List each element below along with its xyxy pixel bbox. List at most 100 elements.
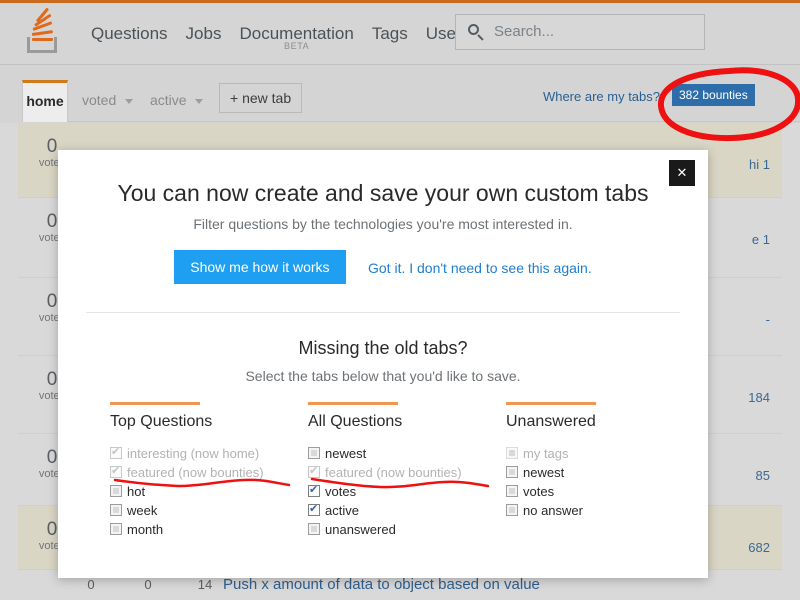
show-me-how-it-works-button[interactable]: Show me how it works	[174, 250, 346, 284]
new-tab-label: + new tab	[230, 90, 292, 106]
option-week[interactable]: week	[110, 502, 300, 519]
option-label: newest	[523, 465, 565, 481]
option-label: votes	[523, 484, 555, 500]
option-label: featured (now bounties)	[127, 465, 264, 481]
option-label: my tags	[523, 446, 569, 462]
dismiss-link[interactable]: Got it. I don't need to see this again.	[368, 260, 592, 276]
checkbox-icon[interactable]	[506, 485, 518, 497]
column-unanswered: Unanswered my tags newest votes no answe…	[506, 402, 696, 521]
option-label: votes	[325, 484, 357, 500]
search-placeholder: Search...	[494, 23, 555, 40]
option-month[interactable]: month	[110, 521, 300, 538]
option-unanswered[interactable]: unanswered	[308, 521, 498, 538]
option-hot[interactable]: hot	[110, 483, 300, 500]
option-votes[interactable]: votes	[308, 483, 498, 500]
option-label: unanswered	[325, 522, 396, 538]
nav-item-label: Jobs	[185, 24, 222, 43]
new-tab-button[interactable]: + new tab	[219, 83, 303, 113]
section-subtitle: Select the tabs below that you'd like to…	[245, 368, 521, 384]
nav-item-documentation[interactable]: Documentation BETA	[230, 3, 362, 65]
question-title-link[interactable]: Push x amount of data to object based on…	[223, 576, 540, 593]
option-label: active	[325, 503, 359, 519]
section-title: Missing the old tabs?	[298, 338, 468, 358]
option-votes[interactable]: votes	[506, 483, 696, 500]
tab-active-label: active	[150, 92, 187, 108]
modal-title: You can now create and save your own cus…	[117, 180, 649, 206]
search-icon	[468, 24, 485, 41]
column-heading: Unanswered	[506, 413, 596, 430]
tab-active[interactable]: active	[150, 80, 204, 120]
search-input[interactable]: Search...	[455, 14, 705, 50]
column-heading: All Questions	[308, 413, 403, 430]
nav-item-label: Questions	[91, 24, 168, 43]
checkbox-icon	[110, 464, 122, 478]
chevron-down-icon	[125, 98, 134, 104]
option-newest[interactable]: newest	[506, 464, 696, 481]
tab-voted-label: voted	[82, 92, 117, 108]
nav-item-questions[interactable]: Questions	[82, 3, 177, 65]
row-meta: -	[765, 312, 770, 327]
option-label: week	[127, 503, 158, 519]
option-my-tags: my tags	[506, 445, 696, 462]
column-top-questions: Top Questions interesting (now home) fea…	[110, 402, 300, 540]
checkbox-icon[interactable]	[110, 485, 122, 497]
primary-nav: Questions Jobs Documentation BETA Tags U…	[82, 3, 479, 65]
beta-badge: BETA	[284, 41, 310, 51]
chevron-down-icon	[195, 98, 204, 104]
checkbox-icon[interactable]	[110, 523, 122, 535]
checkbox-icon[interactable]	[308, 483, 320, 497]
option-active[interactable]: active	[308, 502, 498, 519]
site-header: Questions Jobs Documentation BETA Tags U…	[0, 3, 800, 65]
checkbox-icon	[308, 464, 320, 478]
nav-item-jobs[interactable]: Jobs	[177, 3, 231, 65]
option-label: month	[127, 522, 164, 538]
app-root: Questions Jobs Documentation BETA Tags U…	[0, 0, 800, 600]
option-newest[interactable]: newest	[308, 445, 498, 462]
checkbox-icon	[506, 447, 518, 459]
checkbox-icon[interactable]	[308, 447, 320, 459]
checkbox-icon[interactable]	[110, 504, 122, 516]
tab-home[interactable]: home	[22, 80, 68, 122]
row-meta: hi 1	[749, 157, 770, 172]
modal-subtitle: Filter questions by the technologies you…	[193, 216, 573, 232]
column-heading: Top Questions	[110, 413, 213, 430]
checkbox-icon[interactable]	[506, 504, 518, 516]
option-label: featured (now bounties)	[325, 465, 462, 481]
nav-item-tags[interactable]: Tags	[363, 3, 417, 65]
option-label: no answer	[523, 503, 583, 519]
bounties-badge[interactable]: 382 bounties	[672, 84, 755, 106]
row-votes: 0	[87, 577, 95, 592]
option-no-answer[interactable]: no answer	[506, 502, 696, 519]
option-label: interesting (now home)	[127, 446, 260, 462]
column-all-questions: All Questions newest featured (now bount…	[308, 402, 498, 540]
stack-overflow-logo-icon[interactable]	[22, 7, 64, 55]
row-meta: 85	[755, 468, 770, 483]
checkbox-icon[interactable]	[308, 523, 320, 535]
option-label: newest	[325, 446, 367, 462]
logo-bar	[32, 38, 53, 41]
row-answers: 0	[144, 577, 152, 592]
column-rule	[308, 402, 398, 405]
tab-bar-divider	[68, 121, 800, 122]
row-meta: 682	[748, 540, 770, 555]
column-rule	[110, 402, 200, 405]
option-featured: featured (now bounties)	[110, 464, 300, 481]
option-list: interesting (now home) featured (now bou…	[110, 445, 300, 538]
row-meta: 184	[748, 390, 770, 405]
column-rule	[506, 402, 596, 405]
row-views: 14	[197, 577, 213, 592]
tab-voted[interactable]: voted	[82, 80, 134, 120]
tab-bar: home voted active + new tab Where are my…	[0, 66, 800, 123]
where-are-my-tabs-link[interactable]: Where are my tabs?	[543, 89, 660, 104]
option-label: hot	[127, 484, 146, 500]
option-list: newest featured (now bounties) votes act…	[308, 445, 498, 538]
option-list: my tags newest votes no answer	[506, 445, 696, 519]
checkbox-icon	[110, 445, 122, 459]
nav-item-label: Tags	[371, 24, 408, 43]
checkbox-icon[interactable]	[506, 466, 518, 478]
checkbox-icon[interactable]	[308, 502, 320, 516]
custom-tabs-modal: ✕ You can now create and save your own c…	[58, 150, 708, 578]
row-meta: e 1	[751, 232, 770, 247]
modal-actions: Show me how it works Got it. I don't nee…	[58, 250, 708, 284]
modal-divider	[86, 312, 680, 313]
